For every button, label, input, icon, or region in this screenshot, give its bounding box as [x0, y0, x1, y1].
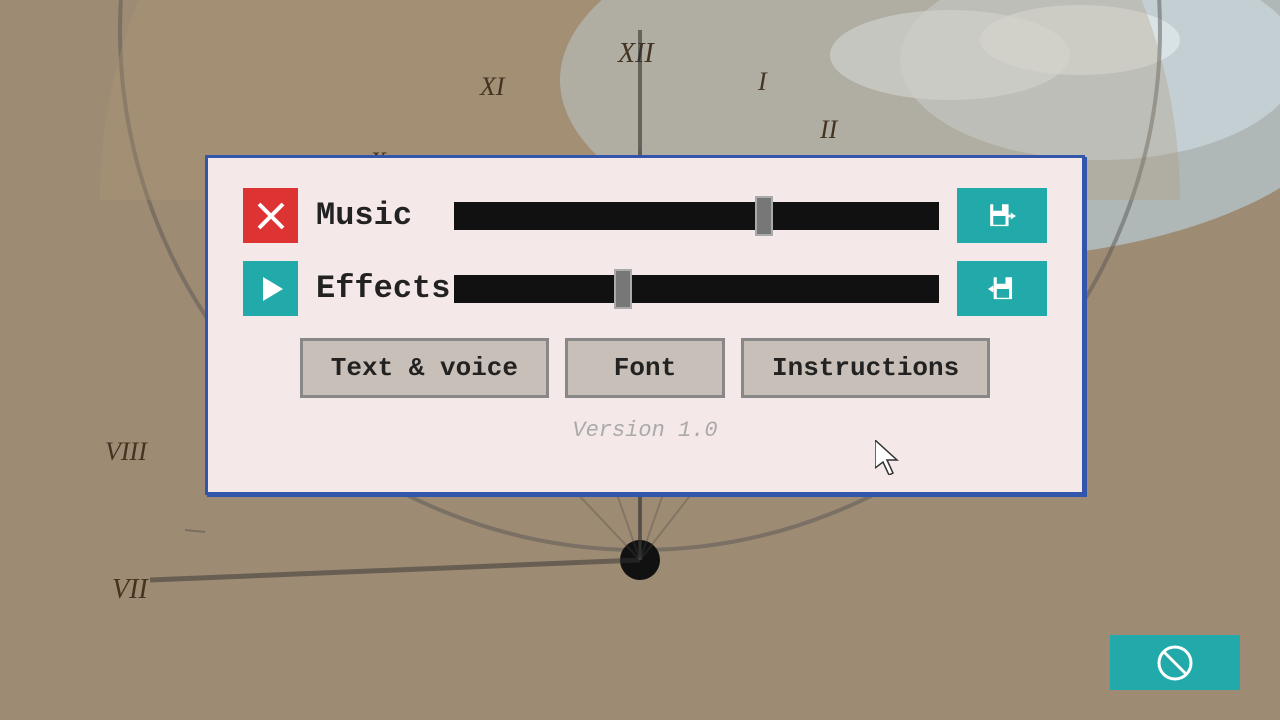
svg-text:I: I — [757, 67, 768, 96]
music-slider[interactable] — [454, 202, 939, 230]
music-toggle-button[interactable] — [243, 188, 298, 243]
settings-dialog: Music Effects — [205, 155, 1085, 495]
effects-load-button[interactable] — [957, 261, 1047, 316]
svg-text:VII: VII — [112, 574, 149, 605]
effects-row: Effects — [243, 261, 1047, 316]
font-button[interactable]: Font — [565, 338, 725, 398]
svg-text:II: II — [819, 115, 839, 144]
instructions-button[interactable]: Instructions — [741, 338, 990, 398]
version-text: Version 1.0 — [243, 418, 1047, 443]
effects-label: Effects — [316, 270, 436, 307]
bottom-buttons: Text & voice Font Instructions — [243, 338, 1047, 398]
music-label: Music — [316, 197, 436, 234]
svg-text:XI: XI — [479, 72, 506, 101]
corner-no-button[interactable] — [1110, 635, 1240, 690]
svg-text:VIII: VIII — [105, 437, 148, 466]
svg-text:XII: XII — [617, 38, 655, 69]
music-row: Music — [243, 188, 1047, 243]
text-voice-button[interactable]: Text & voice — [300, 338, 549, 398]
effects-toggle-button[interactable] — [243, 261, 298, 316]
music-save-button[interactable] — [957, 188, 1047, 243]
effects-slider[interactable] — [454, 275, 939, 303]
